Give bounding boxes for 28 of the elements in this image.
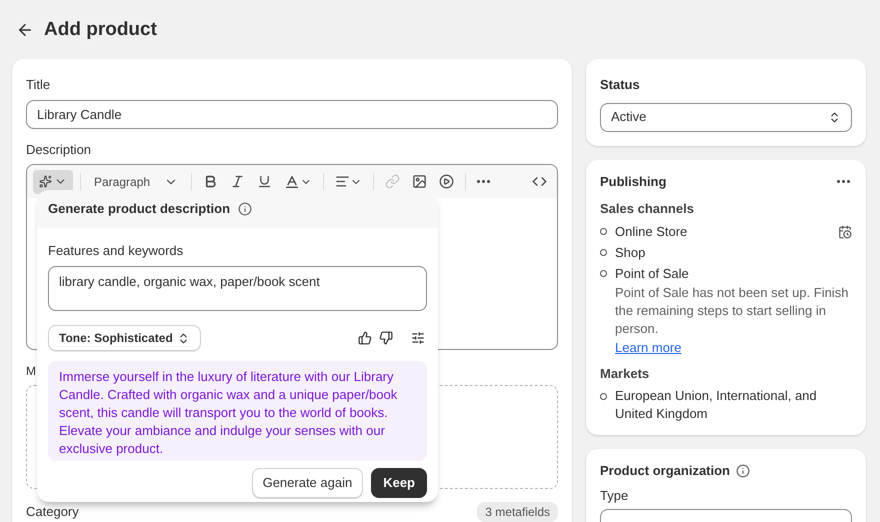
paragraph-dropdown[interactable]: Paragraph xyxy=(88,172,184,190)
status-select[interactable]: Active xyxy=(600,102,852,132)
section-title: Markets xyxy=(600,364,650,382)
field-label: Category xyxy=(26,503,79,522)
field-label: M xyxy=(26,363,36,380)
learn-more-link[interactable]: Learn more xyxy=(615,340,682,354)
popover-title: Generate product description xyxy=(48,200,230,218)
generated-description: Immerse yourself in the luxury of literature with our Library Candle. Crafted with organic wax and a unique paper/book scent, this candle will transport you to the world of books. Elevate your ambiance and indulge your senses with our exclusive product. xyxy=(48,361,427,461)
title-input[interactable]: Library Candle xyxy=(26,100,558,128)
channel-note: Point of Sale has not been set up. Finish the remaining steps to start selling in person. xyxy=(614,284,850,338)
market-name: European Union, International, and United Kingdom xyxy=(615,387,818,423)
metafields-count: 3 metafields xyxy=(477,502,558,522)
channel-name: Shop xyxy=(615,244,646,262)
card-title: Status xyxy=(600,76,641,94)
field-label: Features and keywords xyxy=(48,242,184,260)
field-label: Title xyxy=(26,76,52,94)
section-title: Sales channels xyxy=(600,200,695,218)
page-title: Add product xyxy=(44,18,157,42)
keep-button[interactable]: Keep xyxy=(371,468,427,498)
channel-name: Online Store xyxy=(615,222,688,241)
field-label: Type xyxy=(600,486,630,505)
field-label: Description xyxy=(26,140,92,159)
channel-name: Point of Sale xyxy=(615,264,690,283)
generate-again-button[interactable]: Generate again xyxy=(252,468,364,498)
keywords-input[interactable]: library candle, organic wax, paper/book scent xyxy=(48,266,427,310)
tone-select[interactable]: Tone: Sophisticated xyxy=(48,325,201,351)
card-title: Product organization xyxy=(600,462,730,480)
card-title: Publishing xyxy=(600,172,666,191)
